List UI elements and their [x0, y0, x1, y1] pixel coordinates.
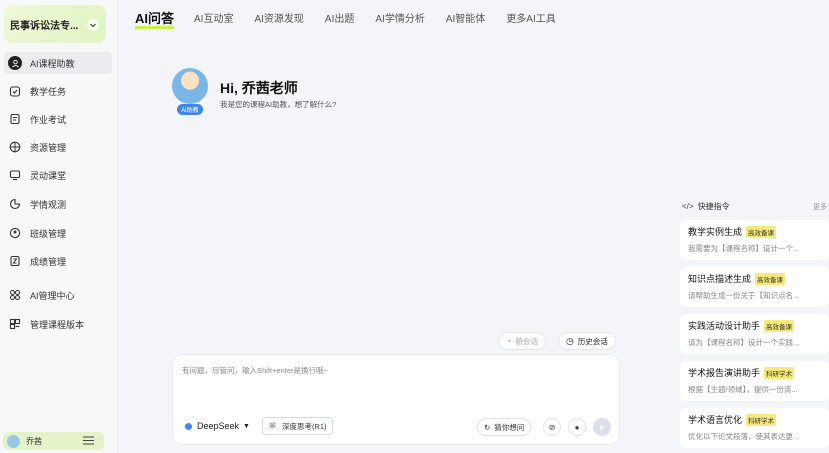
card-title: 实践活动设计助手 [688, 321, 761, 331]
caret-down-icon: ▼ [243, 422, 250, 430]
new-session-button[interactable]: ◔ 新会话 [498, 332, 546, 350]
new-chat-icon: ◔ [506, 336, 512, 346]
quick-command-card[interactable]: 学术语言优化 科研学术 优化以下论文段落，使其表达更... [680, 408, 829, 448]
sidebar: 民事诉讼法专... AI课程助教 教学任务 作业考试 资源管理 灵动课堂 学情观… [0, 0, 118, 453]
microphone-icon: ● [574, 422, 580, 432]
sidebar-item-observation[interactable]: 学情观测 [4, 193, 112, 215]
sidebar-item-version[interactable]: 管理课程版本 [4, 313, 112, 335]
sidebar-item-label: 班级管理 [30, 228, 67, 239]
sidebar-item-ai-center[interactable]: AI管理中心 [4, 284, 112, 306]
course-name: 民事诉讼法专... [10, 20, 79, 32]
version-icon [8, 317, 22, 331]
card-title: 学术语言优化 [688, 415, 743, 425]
code-icon: </> [682, 202, 694, 211]
sidebar-item-label: 学情观测 [30, 199, 67, 210]
sidebar-item-exams[interactable]: 作业考试 [4, 108, 112, 130]
history-session-button[interactable]: ◷ 历史会话 [558, 332, 616, 350]
history-icon: ◷ [566, 335, 574, 346]
tab-ai-interactive-room[interactable]: AI互动室 [194, 10, 233, 25]
classroom-icon [8, 168, 22, 182]
menu-icon[interactable] [83, 436, 94, 445]
sidebar-item-class[interactable]: 班级管理 [4, 222, 112, 244]
sidebar-item-grades[interactable]: 成绩管理 [4, 250, 112, 272]
exam-icon [8, 112, 22, 126]
card-title: 教学实例生成 [688, 227, 743, 237]
tab-ai-qa[interactable]: AI问答 [135, 8, 175, 29]
deep-think-label: 深度思考(R1) [281, 421, 327, 431]
chat-input-placeholder[interactable]: 有问题，尽管问，输入Shift+enter是换行哦~ [182, 365, 328, 376]
sidebar-item-tasks[interactable]: 教学任务 [4, 80, 112, 102]
card-description: 优化以下论文段落，使其表达更... [688, 432, 800, 441]
tab-more-ai-tools[interactable]: 更多AI工具 [506, 10, 555, 25]
deepseek-logo-icon [185, 422, 192, 430]
task-icon [8, 84, 22, 98]
ai-center-icon [8, 288, 22, 302]
sidebar-item-label: 灵动课堂 [30, 170, 67, 181]
card-description: 请为【课程名称】设计一个实践... [688, 338, 800, 347]
send-button[interactable]: ➤ [593, 418, 611, 436]
quick-commands-header: </> 快捷指令 更多 [682, 201, 827, 212]
sidebar-item-label: 资源管理 [30, 142, 67, 153]
new-session-label: 新会话 [515, 336, 538, 346]
card-title: 学术报告演讲助手 [688, 368, 761, 378]
quick-commands-title: 快捷指令 [697, 202, 730, 211]
quick-command-card[interactable]: 学术报告演讲助手 科研学术 根据【主题/领域】，提供一份清... [680, 361, 829, 401]
card-tag: 高效备课 [746, 225, 777, 238]
tab-ai-learning-analysis[interactable]: AI学情分析 [375, 10, 424, 25]
history-session-label: 历史会话 [577, 336, 608, 346]
card-description: 根据【主题/领域】，提供一份清... [688, 385, 798, 394]
model-selector[interactable]: DeepSeek ▼ [185, 421, 250, 431]
sidebar-item-classroom[interactable]: 灵动课堂 [4, 164, 112, 186]
quick-command-card[interactable]: 知识点描述生成 高效备课 请帮助生成一份关于【知识点名... [680, 267, 829, 307]
top-nav: AI问答 AI互动室 AI资源发现 AI出题 AI学情分析 AI智能体 更多AI… [135, 6, 577, 29]
chat-input-box[interactable]: 有问题，尽管问，输入Shift+enter是换行哦~ DeepSeek ▼ ⚛ … [172, 354, 620, 445]
card-tag: 高效备课 [755, 272, 786, 285]
tab-ai-questions[interactable]: AI出题 [325, 10, 354, 25]
deep-think-toggle[interactable]: ⚛ 深度思考(R1) [262, 417, 333, 435]
refresh-icon: ↻ [484, 422, 491, 432]
tab-ai-agent[interactable]: AI智能体 [446, 10, 485, 25]
chevron-down-icon [87, 19, 99, 31]
class-icon [8, 226, 22, 240]
atom-icon: ⚛ [268, 420, 277, 432]
ai-tag-badge: AI助教 [177, 104, 203, 115]
assistant-avatar-image [172, 68, 208, 104]
sidebar-item-label: 教学任务 [30, 86, 67, 97]
quick-command-card[interactable]: 实践活动设计助手 高效备课 请为【课程名称】设计一个实践... [680, 314, 829, 354]
ai-assistant-icon [8, 56, 22, 70]
voice-button[interactable]: ● [568, 418, 586, 436]
card-description: 我需要为【课程名称】设计一个... [688, 244, 800, 253]
resource-icon [8, 140, 22, 154]
card-description: 请帮助生成一份关于【知识点名... [688, 291, 800, 300]
guess-question-button[interactable]: ↻ 猜你想问 [477, 418, 532, 436]
greeting-subtitle: 我是您的课程AI助教，想了解什么? [220, 100, 337, 109]
model-name: DeepSeek [197, 421, 240, 431]
quick-command-card[interactable]: 教学实例生成 高效备课 我需要为【课程名称】设计一个... [680, 220, 829, 260]
card-tag: 科研学术 [746, 413, 777, 426]
sidebar-item-label: AI课程助教 [30, 58, 75, 69]
card-tag: 科研学术 [764, 366, 795, 379]
tab-ai-resource-discovery[interactable]: AI资源发现 [254, 10, 303, 25]
send-icon: ➤ [598, 422, 606, 432]
more-link[interactable]: 更多 [813, 202, 827, 212]
card-title: 知识点描述生成 [688, 274, 752, 284]
avatar [7, 434, 20, 448]
greeting-title: Hi, 乔茜老师 [220, 80, 298, 96]
user-name: 乔茜 [26, 436, 42, 446]
guess-label: 猜你想问 [494, 422, 525, 432]
sidebar-item-label: AI管理中心 [30, 290, 75, 301]
grade-icon [8, 254, 22, 268]
sidebar-item-label: 作业考试 [30, 114, 67, 125]
sidebar-item-ai-assistant[interactable]: AI课程助教 [4, 52, 112, 74]
observation-icon [8, 197, 22, 211]
attachment-icon: ⊘ [548, 422, 556, 432]
attach-button[interactable]: ⊘ [543, 418, 561, 436]
sidebar-item-resources[interactable]: 资源管理 [4, 136, 112, 158]
sidebar-item-label: 管理课程版本 [30, 319, 85, 330]
ai-assistant-avatar: AI助教 [172, 68, 212, 118]
sidebar-item-label: 成绩管理 [30, 256, 67, 267]
course-selector[interactable]: 民事诉讼法专... [4, 5, 106, 43]
card-tag: 高效备课 [764, 319, 795, 332]
user-profile-bar[interactable]: 乔茜 [3, 432, 104, 450]
